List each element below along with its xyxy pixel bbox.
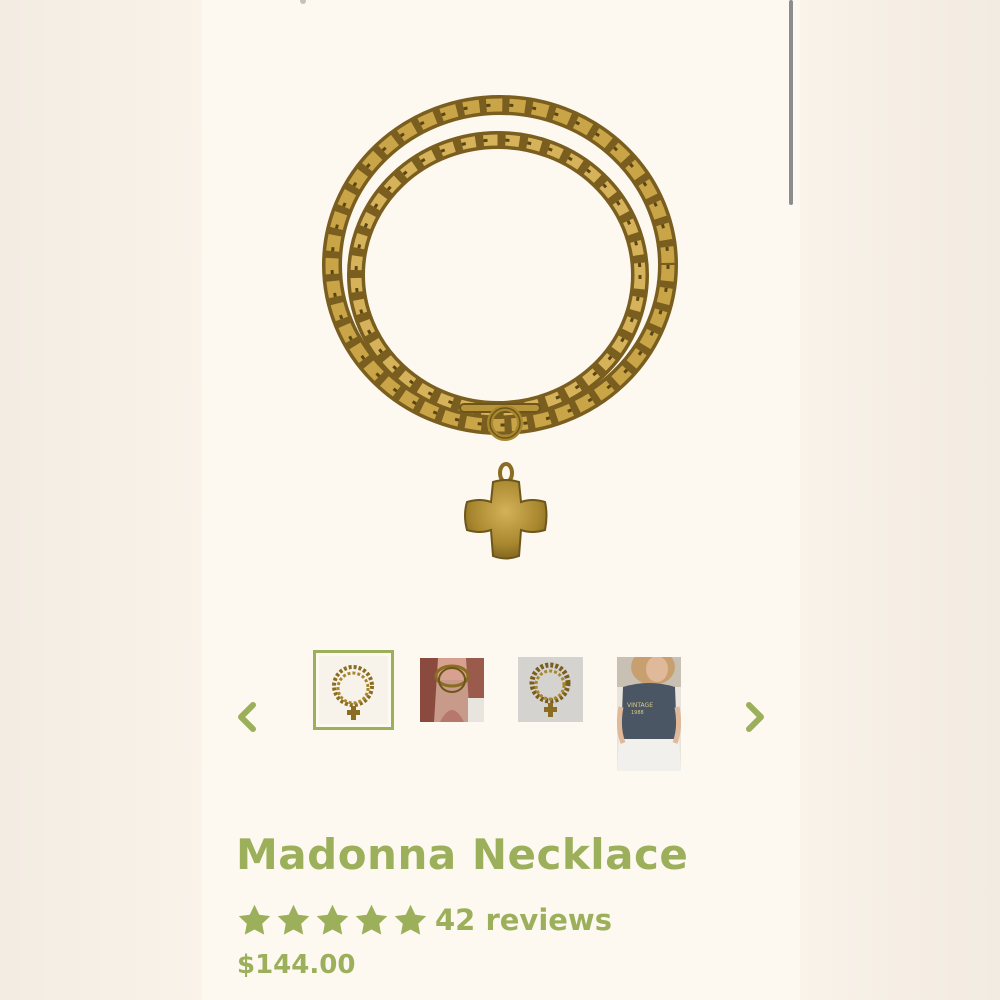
background-right-blur: [800, 0, 1000, 1000]
scrollbar[interactable]: [789, 0, 793, 205]
product-main-image: [300, 90, 700, 570]
product-rating[interactable]: 42 reviews: [236, 900, 612, 940]
chevron-right-icon: [746, 702, 764, 732]
svg-text:1988: 1988: [631, 710, 644, 716]
thumbnail-necklace-flatlay[interactable]: [313, 650, 394, 730]
star-icon: [314, 902, 351, 939]
chevron-left-icon: [238, 702, 256, 732]
product-title: Madonna Necklace: [236, 830, 689, 879]
star-icon: [392, 902, 429, 939]
thumbnail-necklace-worn-closeup[interactable]: [420, 658, 484, 722]
star-icon: [275, 902, 312, 939]
product-price: $144.00: [237, 950, 356, 980]
thumbnail-necklace-gray-background[interactable]: [518, 657, 583, 722]
gallery-next-button[interactable]: [740, 700, 770, 734]
svg-text:VINTAGE: VINTAGE: [627, 702, 653, 709]
star-icon: [236, 902, 273, 939]
thumbnail-model-wearing-necklace[interactable]: VINTAGE 1988: [617, 657, 681, 771]
gallery-prev-button[interactable]: [232, 700, 262, 734]
background-left-blur: [0, 0, 202, 1000]
reviews-count-link[interactable]: 42 reviews: [435, 903, 612, 937]
star-icon: [353, 902, 390, 939]
